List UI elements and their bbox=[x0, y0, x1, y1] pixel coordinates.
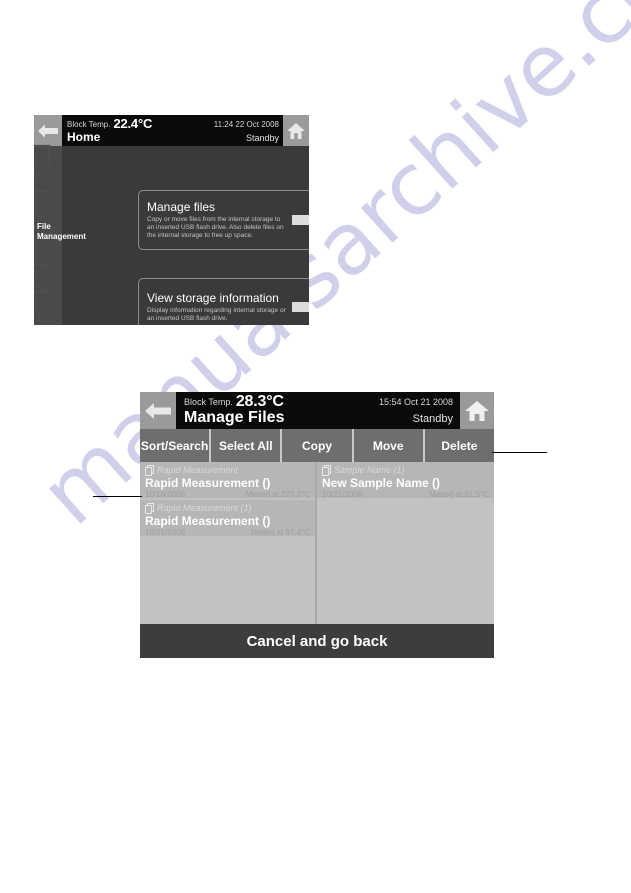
file-date: 10/21/2008 bbox=[322, 490, 363, 499]
file-document-icon bbox=[322, 464, 331, 476]
back-button[interactable] bbox=[34, 115, 62, 146]
home-body: File Manager Manage files Copy or move f… bbox=[34, 138, 309, 325]
right-arrow-icon bbox=[292, 302, 309, 312]
screen-row-manage-files: Manage Files Standby bbox=[176, 409, 460, 429]
status-badge: Standby bbox=[412, 413, 453, 425]
card-description: Copy or move files from the internal sto… bbox=[147, 216, 284, 239]
home-icon bbox=[465, 400, 489, 421]
file-row-top: Rapid Measurement (1) bbox=[145, 502, 310, 514]
back-button[interactable] bbox=[140, 392, 176, 429]
home-button[interactable] bbox=[460, 392, 494, 429]
file-row-top: Rapid Measurement bbox=[145, 464, 310, 476]
file-origin-name: Rapid Measurement bbox=[157, 465, 239, 475]
cancel-and-go-back-button[interactable]: Cancel and go back bbox=[140, 624, 494, 658]
file-meta: 10/21/2008 Melted at 97.4°C bbox=[145, 528, 310, 537]
annotation-leader-line-right bbox=[492, 452, 547, 453]
file-column-left: Rapid Measurement Rapid Measurement () 1… bbox=[140, 462, 317, 624]
card-title: View storage information bbox=[147, 291, 279, 305]
device-screen-home: Block Temp. 22.4°C 11:24 22 Oct 2008 Hom… bbox=[34, 115, 309, 325]
file-meta: 10/16/2008 Melted at 227.2°C bbox=[145, 490, 310, 499]
title-block-manage-files: Block Temp. 28.3°C 15:54 Oct 21 2008 Man… bbox=[176, 392, 460, 429]
card-arrow-button[interactable] bbox=[289, 209, 309, 231]
page-title: Manage Files bbox=[184, 409, 285, 426]
file-row-top: Sample Name (1) bbox=[322, 464, 489, 476]
file-list-item[interactable]: Rapid Measurement (1) Rapid Measurement … bbox=[140, 500, 315, 538]
files-toolbar: Sort/Search Select All Copy Move Delete bbox=[140, 429, 494, 462]
status-badge: Standby bbox=[245, 133, 279, 143]
home-content: File Manager Manage files Copy or move f… bbox=[34, 138, 309, 325]
file-list-item[interactable]: Rapid Measurement Rapid Measurement () 1… bbox=[140, 462, 315, 500]
card-text-manage: Manage files Copy or move files from the… bbox=[139, 196, 289, 244]
title-block-home: Block Temp. 22.4°C 11:24 22 Oct 2008 Hom… bbox=[62, 115, 283, 146]
temp-row-home: Block Temp. 22.4°C 11:24 22 Oct 2008 bbox=[62, 115, 283, 131]
file-document-icon bbox=[145, 464, 154, 476]
file-origin-name: Rapid Measurement (1) bbox=[157, 503, 252, 513]
toolbar-button-delete[interactable]: Delete bbox=[425, 429, 494, 462]
toolbar-button-move[interactable]: Move bbox=[354, 429, 425, 462]
card-title: Manage files bbox=[147, 200, 216, 214]
card-arrow-button[interactable] bbox=[289, 296, 309, 318]
right-arrow-icon bbox=[292, 215, 309, 225]
page-title: Home bbox=[67, 130, 101, 144]
file-date: 10/16/2008 bbox=[145, 490, 186, 499]
temp-row-manage-files: Block Temp. 28.3°C 15:54 Oct 21 2008 bbox=[176, 392, 460, 410]
card-text-storage: View storage information Display informa… bbox=[139, 287, 289, 325]
file-document-icon bbox=[145, 502, 154, 514]
file-origin-name: Sample Name (1) bbox=[334, 465, 405, 475]
file-meta: 10/21/2008 Melted at 91.5°C bbox=[322, 490, 489, 499]
menu-card-view-storage[interactable]: View storage information Display informa… bbox=[138, 278, 309, 325]
toolbar-button-copy[interactable]: Copy bbox=[282, 429, 354, 462]
file-list-area: Rapid Measurement Rapid Measurement () 1… bbox=[140, 462, 494, 624]
file-result: Melted at 97.4°C bbox=[250, 528, 310, 537]
titlebar-home: Block Temp. 22.4°C 11:24 22 Oct 2008 Hom… bbox=[34, 115, 309, 146]
card-description: Display information regarding internal s… bbox=[147, 307, 286, 322]
file-name: Rapid Measurement () bbox=[145, 476, 271, 490]
home-icon bbox=[287, 122, 305, 139]
file-result: Melted at 227.2°C bbox=[245, 490, 310, 499]
file-column-right: Sample Name (1) New Sample Name () 10/21… bbox=[317, 462, 494, 624]
sidebar-section-label: File Management bbox=[37, 222, 86, 241]
file-name: New Sample Name () bbox=[322, 476, 441, 490]
toolbar-button-select-all[interactable]: Select All bbox=[211, 429, 283, 462]
temp-value: 28.3°C bbox=[235, 393, 284, 410]
menu-card-manage-files[interactable]: Manage files Copy or move files from the… bbox=[138, 190, 309, 250]
file-date: 10/21/2008 bbox=[145, 528, 186, 537]
file-result: Melted at 91.5°C bbox=[429, 490, 489, 499]
back-arrow-icon bbox=[38, 124, 58, 137]
back-arrow-icon bbox=[145, 402, 171, 419]
file-list-item[interactable]: Sample Name (1) New Sample Name () 10/21… bbox=[317, 462, 494, 500]
toolbar-button-sort-search[interactable]: Sort/Search bbox=[140, 429, 212, 462]
temp-value: 22.4°C bbox=[113, 116, 153, 131]
screen-row-home: Home Standby bbox=[62, 130, 283, 146]
device-screen-manage-files: Block Temp. 28.3°C 15:54 Oct 21 2008 Man… bbox=[140, 392, 494, 658]
file-name: Rapid Measurement () bbox=[145, 514, 271, 528]
titlebar-manage-files: Block Temp. 28.3°C 15:54 Oct 21 2008 Man… bbox=[140, 392, 494, 429]
annotation-leader-line-left bbox=[93, 496, 142, 497]
home-button[interactable] bbox=[283, 115, 309, 146]
